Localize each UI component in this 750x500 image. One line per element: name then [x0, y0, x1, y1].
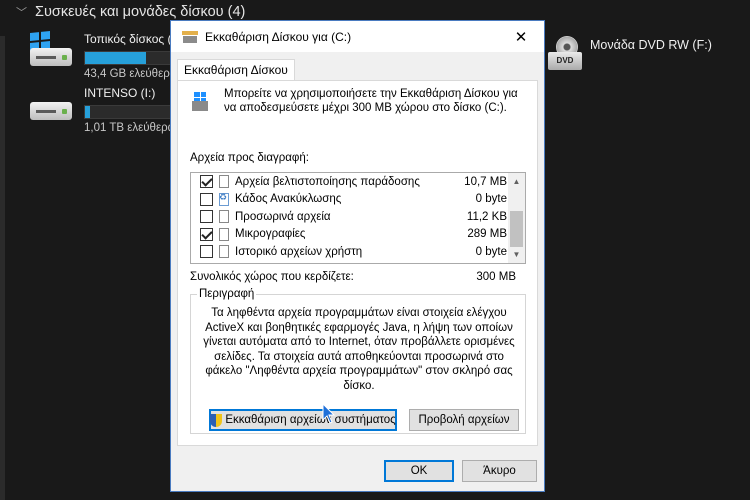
file-icon: [219, 245, 229, 259]
files-to-delete-list[interactable]: Αρχεία βελτιστοποίησης παράδοσης 10,7 MB…: [190, 172, 526, 264]
checkbox[interactable]: [200, 245, 213, 259]
file-name: Ιστορικό αρχείων χρήστη: [235, 245, 363, 258]
drive-item-dvd[interactable]: DVD Μονάδα DVD RW (F:): [548, 36, 712, 74]
tab-panel: Μπορείτε να χρησιμοποιήσετε την Εκκαθάρι…: [177, 80, 538, 446]
section-title: Συσκευές και μονάδες δίσκου (4): [35, 4, 246, 20]
uac-shield-icon: [210, 413, 223, 427]
system-drive-icon: [28, 30, 74, 74]
checkbox[interactable]: [200, 227, 213, 241]
description-group: Περιγραφή Τα ληφθέντα αρχεία προγραμμάτω…: [190, 288, 526, 434]
dialog-title: Εκκαθάριση Δίσκου για (C:): [205, 29, 352, 44]
file-name: Αρχεία βελτιστοποίησης παράδοσης: [235, 175, 420, 188]
file-size: 289 MB: [467, 228, 507, 241]
total-label: Συνολικός χώρος που κερδίζετε:: [190, 271, 354, 283]
file-name: Προσωρινά αρχεία: [235, 210, 331, 223]
mouse-cursor-icon: [322, 403, 336, 424]
scroll-down-icon[interactable]: ▼: [508, 246, 525, 263]
list-item[interactable]: Κάδος Ανακύκλωσης 0 byte: [191, 191, 509, 209]
list-item[interactable]: Αρχεία βελτιστοποίησης παράδοσης 10,7 MB: [191, 173, 509, 191]
file-size: 0 byte: [475, 245, 507, 258]
scrollbar-thumb[interactable]: [510, 211, 523, 247]
file-size: 0 byte: [475, 193, 507, 206]
list-item[interactable]: Ιστορικό αρχείων χρήστη 0 byte: [191, 243, 509, 261]
recycle-bin-icon: [219, 192, 229, 206]
file-icon: [219, 175, 229, 189]
disk-cleanup-icon: [181, 30, 199, 44]
tab-disk-cleanup[interactable]: Εκκαθάριση Δίσκου: [177, 59, 295, 81]
file-icon: [219, 227, 229, 241]
cancel-button[interactable]: Άκυρο: [462, 460, 537, 482]
view-files-button[interactable]: Προβολή αρχείων: [409, 409, 519, 431]
checkbox[interactable]: [200, 175, 213, 189]
list-item[interactable]: Μικρογραφίες 289 MB: [191, 226, 509, 244]
scroll-up-icon[interactable]: ▲: [508, 173, 525, 190]
files-label: Αρχεία προς διαγραφή:: [190, 152, 309, 164]
file-name: Μικρογραφίες: [235, 228, 306, 241]
close-button[interactable]: ✕: [498, 21, 544, 52]
chevron-down-icon[interactable]: ﹀: [16, 4, 27, 20]
vertical-scrollbar[interactable]: ▲ ▼: [508, 173, 525, 263]
cleanup-system-files-button[interactable]: Εκκαθάριση αρχείων συστήματος: [209, 409, 397, 431]
file-icon: [219, 210, 229, 224]
checkbox[interactable]: [200, 210, 213, 224]
total-value: 300 MB: [476, 271, 516, 283]
total-space-row: Συνολικός χώρος που κερδίζετε: 300 MB: [190, 271, 526, 283]
file-size: 10,7 MB: [464, 175, 507, 188]
intro-text: Μπορείτε να χρησιμοποιήσετε την Εκκαθάρι…: [224, 88, 518, 114]
drive-name: Μονάδα DVD RW (F:): [590, 38, 712, 52]
button-label: Εκκαθάριση αρχείων συστήματος: [225, 414, 396, 426]
ok-button[interactable]: OK: [384, 460, 454, 482]
list-item[interactable]: Προσωρινά αρχεία 11,2 KB: [191, 208, 509, 226]
disk-cleanup-dialog: Εκκαθάριση Δίσκου για (C:) ✕ Εκκαθάριση …: [170, 20, 545, 492]
navigation-pane-edge: [0, 36, 5, 500]
description-legend: Περιγραφή: [197, 288, 257, 300]
dvd-drive-icon: DVD: [548, 36, 584, 74]
file-name: Κάδος Ανακύκλωσης: [235, 193, 342, 206]
devices-section-header[interactable]: ﹀ Συσκευές και μονάδες δίσκου (4): [16, 4, 245, 20]
checkbox[interactable]: [200, 192, 213, 206]
dialog-titlebar[interactable]: Εκκαθάριση Δίσκου για (C:) ✕: [171, 21, 544, 52]
usb-drive-icon: [28, 86, 74, 128]
drive-cleanup-icon: [190, 91, 212, 115]
file-size: 11,2 KB: [466, 210, 507, 223]
description-text: Τα ληφθέντα αρχεία προγραμμάτων είναι στ…: [203, 307, 515, 392]
